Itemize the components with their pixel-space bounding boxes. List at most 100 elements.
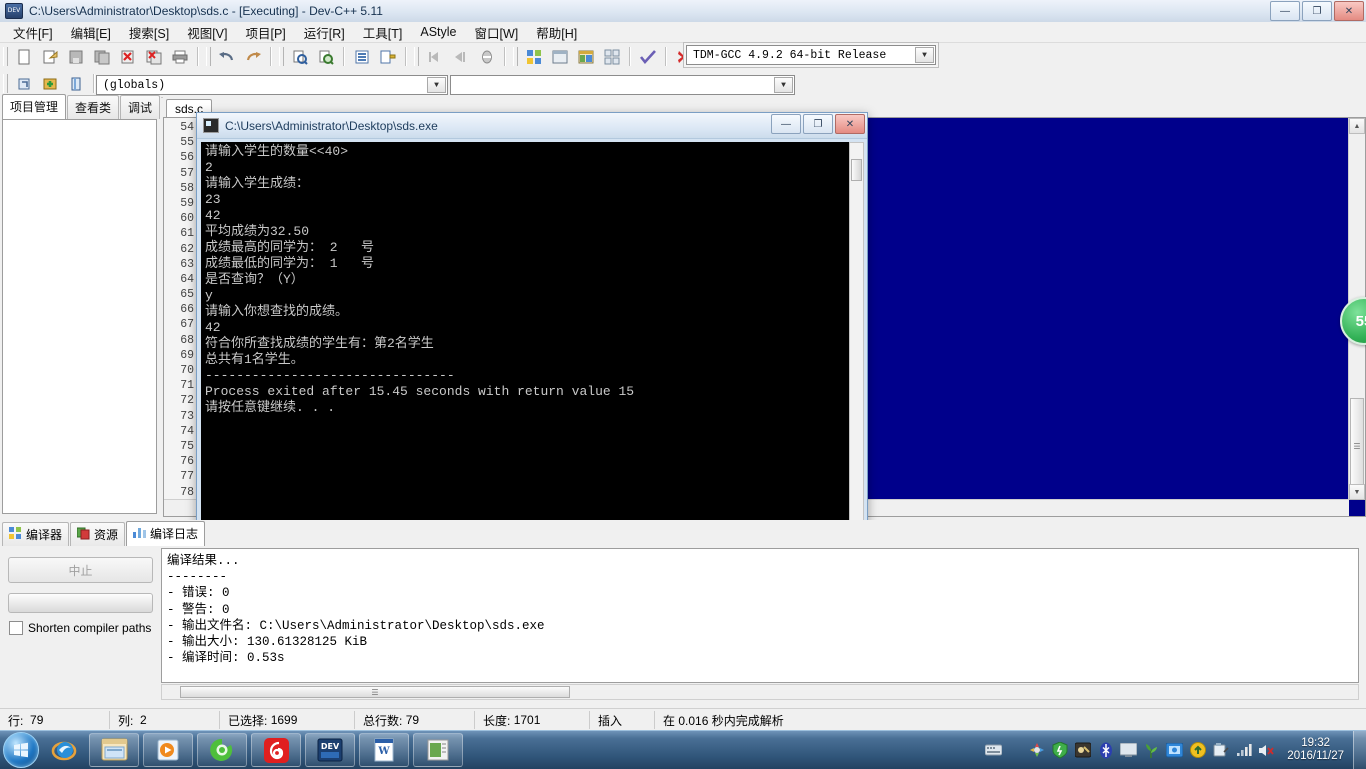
menu-item-astyle[interactable]: AStyle — [411, 23, 465, 41]
start-button[interactable] — [3, 732, 39, 768]
compile-log-horizontal-scrollbar[interactable]: ☰ — [161, 684, 1359, 700]
menu-item-run[interactable]: 运行[R] — [295, 21, 354, 44]
file-explorer-icon[interactable] — [89, 733, 139, 767]
shorten-compiler-paths-row[interactable]: Shorten compiler paths — [9, 621, 151, 635]
media-player-icon[interactable] — [143, 733, 193, 767]
console-scroll-thumb[interactable] — [851, 159, 862, 181]
menu-item-edit[interactable]: 编辑[E] — [62, 21, 120, 44]
remove-from-project-icon[interactable] — [64, 72, 88, 96]
security-shield-icon[interactable] — [1051, 741, 1068, 759]
status-row: 行: 79 — [0, 711, 110, 729]
console-close-button[interactable]: ✕ — [835, 114, 865, 134]
tab-resources[interactable]: 资源 — [70, 522, 126, 546]
line-number: 74 — [180, 424, 194, 438]
menu-item-search[interactable]: 搜索[S] — [120, 21, 178, 44]
line-number: 57 — [180, 166, 194, 180]
maximize-button[interactable]: ❐ — [1302, 1, 1332, 21]
menu-item-view[interactable]: 视图[V] — [178, 21, 236, 44]
plant-icon[interactable] — [1143, 742, 1160, 759]
scroll-down-button[interactable]: ▼ — [1349, 484, 1365, 500]
menu-item-window[interactable]: 窗口[W] — [466, 21, 528, 44]
usb-eject-icon[interactable] — [1212, 742, 1229, 759]
chevron-down-icon[interactable]: ▼ — [915, 47, 934, 63]
network-signal-icon[interactable] — [1235, 742, 1252, 759]
word-icon[interactable]: W — [359, 733, 409, 767]
internet-explorer-icon[interactable] — [43, 734, 85, 766]
color-wheel-icon[interactable] — [1028, 742, 1045, 759]
window-controls: — ❐ ✕ — [1270, 1, 1364, 21]
status-row-label: 行: — [8, 713, 24, 728]
tab-project-manager[interactable]: 项目管理 — [2, 94, 67, 119]
display-monitor-icon[interactable] — [1120, 742, 1138, 759]
new-project-icon[interactable] — [12, 72, 36, 96]
abort-button[interactable]: 中止 — [8, 557, 153, 583]
powerpoint-icon[interactable] — [413, 733, 463, 767]
menu-item-tools[interactable]: 工具[T] — [354, 21, 412, 44]
menu-item-file[interactable]: 文件[F] — [4, 21, 62, 44]
netease-music-icon[interactable] — [251, 733, 301, 767]
goto-line-icon[interactable] — [350, 45, 374, 69]
compile-icon[interactable] — [522, 45, 546, 69]
goto-function-icon[interactable] — [376, 45, 400, 69]
nav-back-icon[interactable] — [423, 45, 447, 69]
shorten-compiler-paths-checkbox[interactable] — [9, 621, 23, 635]
scope-members-select[interactable]: ▼ — [450, 75, 795, 95]
show-desktop-button[interactable] — [1353, 731, 1366, 769]
redo-icon[interactable] — [241, 45, 265, 69]
left-panel-tabs: 项目管理 查看类 调试 — [0, 94, 161, 119]
bluetooth-icon[interactable] — [1097, 742, 1114, 759]
project-tree[interactable] — [2, 119, 157, 514]
close-button[interactable]: ✕ — [1334, 1, 1364, 21]
tab-debug[interactable]: 调试 — [120, 95, 161, 119]
compile-log-scroll-thumb[interactable]: ☰ — [180, 686, 570, 698]
tab-compiler[interactable]: 编译器 — [2, 522, 70, 546]
nav-forward-icon[interactable] — [449, 45, 473, 69]
console-minimize-button[interactable]: — — [771, 114, 801, 134]
find-icon[interactable] — [288, 45, 312, 69]
update-icon[interactable] — [1189, 742, 1206, 759]
run-icon[interactable] — [548, 45, 572, 69]
close-file-icon[interactable] — [116, 45, 140, 69]
compile-log-pane[interactable]: 编译结果... -------- - 错误: 0 - 警告: 0 - 输出文件名… — [161, 548, 1359, 683]
status-row-value: 79 — [30, 713, 44, 727]
volume-muted-icon[interactable] — [1258, 742, 1275, 759]
print-icon[interactable] — [168, 45, 192, 69]
close-all-icon[interactable] — [142, 45, 166, 69]
open-file-icon[interactable] — [38, 45, 62, 69]
antivirus-icon[interactable] — [1074, 742, 1091, 759]
browser-360-icon[interactable] — [197, 733, 247, 767]
keyboard-layout-icon[interactable] — [985, 742, 1003, 759]
chevron-down-icon[interactable]: ▼ — [427, 77, 446, 93]
scope-globals-select[interactable]: (globals) ▼ — [96, 75, 448, 95]
tab-compile-log-label: 编译日志 — [150, 527, 199, 541]
compile-run-icon[interactable] — [574, 45, 598, 69]
toggle-bookmark-icon[interactable] — [475, 45, 499, 69]
taskbar-clock[interactable]: 19:32 2016/11/27 — [1287, 737, 1344, 763]
find-next-icon[interactable] — [314, 45, 338, 69]
menu-item-project[interactable]: 项目[P] — [236, 21, 294, 44]
console-window[interactable]: C:\Users\Administrator\Desktop\sds.exe —… — [196, 112, 868, 547]
console-maximize-button[interactable]: ❐ — [803, 114, 833, 134]
new-file-icon[interactable] — [12, 45, 36, 69]
scope-globals-value: (globals) — [103, 78, 166, 92]
screenshot-tool-icon[interactable] — [1166, 742, 1184, 759]
chevron-down-icon[interactable]: ▼ — [774, 77, 793, 93]
editor-scroll-thumb[interactable]: ☰ — [1350, 398, 1364, 494]
syntax-check-icon[interactable] — [636, 45, 660, 69]
line-number: 71 — [180, 379, 194, 393]
rebuild-all-icon[interactable] — [600, 45, 624, 69]
compiler-set-select[interactable]: TDM-GCC 4.9.2 64-bit Release ▼ — [686, 45, 936, 65]
tab-compile-log[interactable]: 编译日志 — [126, 521, 206, 546]
minimize-button[interactable]: — — [1270, 1, 1300, 21]
dev-cpp-icon[interactable]: DEV — [305, 733, 355, 767]
add-to-project-icon[interactable] — [38, 72, 62, 96]
scroll-up-button[interactable]: ▲ — [1349, 118, 1365, 134]
save-file-icon[interactable] — [64, 45, 88, 69]
undo-icon[interactable] — [215, 45, 239, 69]
console-vertical-scrollbar[interactable] — [849, 142, 864, 542]
toolbar-grip — [206, 47, 211, 66]
console-output-area[interactable]: 请输入学生的数量<<40> 2 请输入学生成绩： 23 42 平均成绩为32.5… — [201, 142, 849, 542]
menu-item-help[interactable]: 帮助[H] — [527, 21, 586, 44]
save-all-icon[interactable] — [90, 45, 114, 69]
tab-class-browser[interactable]: 查看类 — [67, 95, 120, 119]
